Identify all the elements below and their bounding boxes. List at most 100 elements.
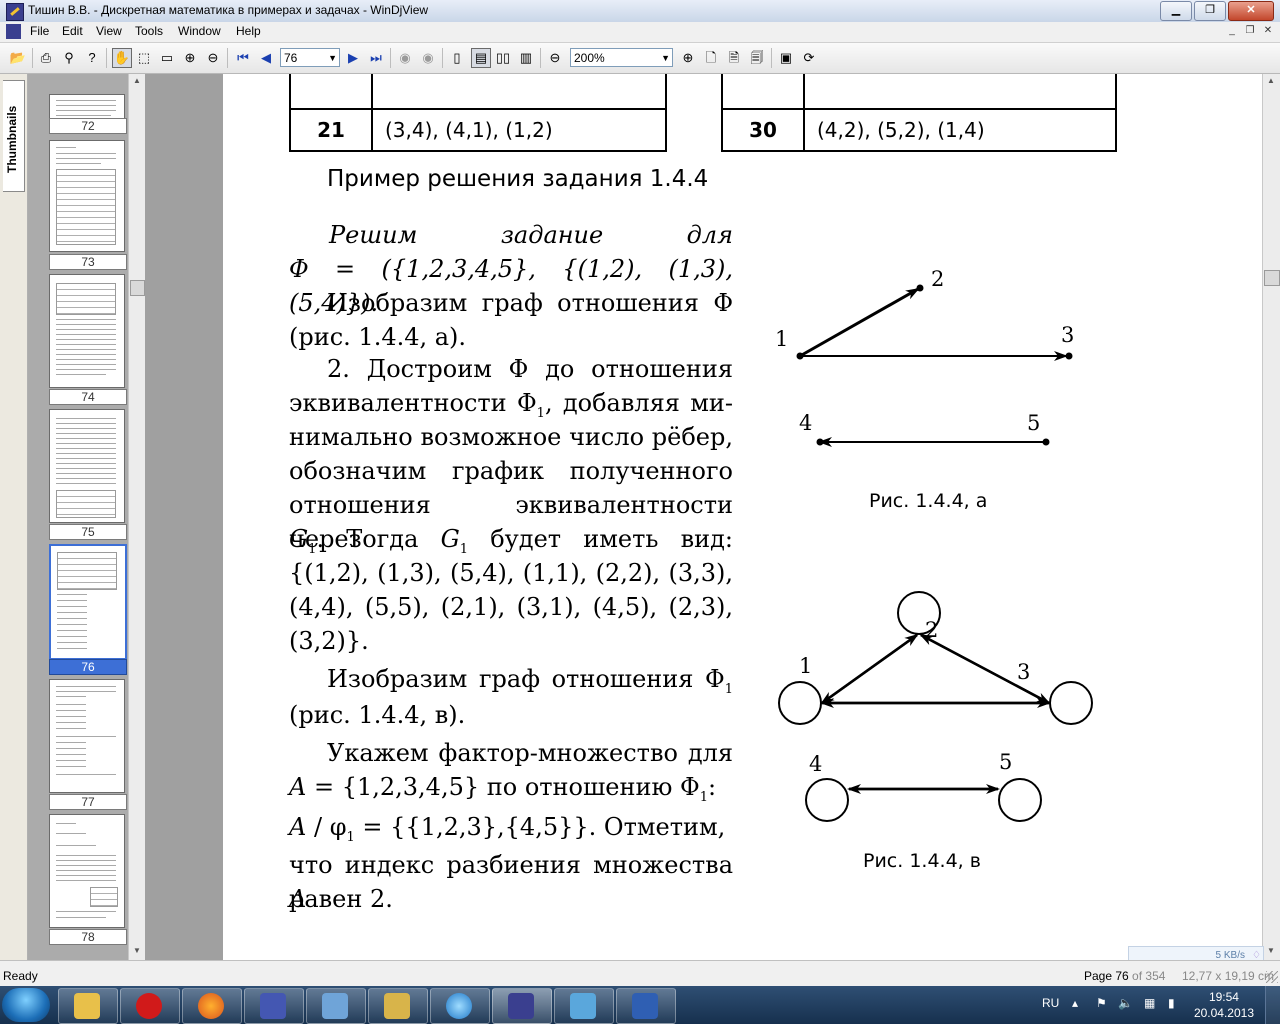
status-page-current: Page 76 [1084,969,1129,983]
thumbnail-label-selected[interactable]: 76 [49,659,127,675]
menu-window[interactable]: Window [178,24,221,38]
taskbar-windjview[interactable] [492,988,552,1024]
close-button[interactable]: ✕ [1228,1,1274,21]
thumbnail-label[interactable]: 72 [49,118,127,134]
thumbnail-page[interactable] [49,274,125,388]
scroll-down-icon[interactable]: ▼ [130,944,144,958]
single-page-icon[interactable]: ▯ [448,49,466,67]
taskbar-opera[interactable] [120,988,180,1024]
zoom-rect-icon[interactable]: ▭ [158,49,176,67]
thumbnail-label[interactable]: 73 [49,254,127,270]
open-icon[interactable]: 📂 [9,49,27,67]
loop-1 [778,681,822,725]
zoom-out-tool-icon[interactable]: ⊖ [204,49,222,67]
clock[interactable]: 19:54 20.04.2013 [1194,989,1254,1021]
taskbar-explorer[interactable] [58,988,118,1024]
zoom-out-icon[interactable]: ⊖ [546,49,564,67]
start-button[interactable] [2,988,50,1022]
prev-page-icon[interactable]: ◀ [257,49,275,67]
thumbnail-page[interactable] [49,409,125,523]
menu-help[interactable]: Help [236,24,261,38]
status-page-total: of 354 [1128,969,1166,983]
thumbnail-label[interactable]: 75 [49,524,127,540]
back-icon[interactable]: ◉ [396,49,414,67]
menu-file[interactable]: File [30,24,49,38]
taskbar-save[interactable] [244,988,304,1024]
facing-continuous-icon[interactable]: ▥ [517,49,535,67]
table-left: 21 (3,4), (4,1), (1,2) [289,74,667,152]
find-icon[interactable]: ⚲ [60,49,78,67]
thumbnail-label[interactable]: 78 [49,929,127,945]
status-size: 12,77 x 19,19 cm [1182,969,1275,983]
taskbar-telegram[interactable] [554,988,614,1024]
page-number-combo[interactable]: 76 ▼ [280,48,340,67]
scroll-thumb[interactable] [130,280,145,296]
language-indicator[interactable]: RU [1042,996,1059,1010]
scroll-up-icon[interactable]: ▲ [1264,74,1278,88]
table-row: 30 (4,2), (5,2), (1,4) [721,108,1117,152]
document-view[interactable]: 21 (3,4), (4,1), (1,2) 30 (4,2), (5,2), (1… [145,74,1262,960]
select-tool-icon[interactable]: ⬚ [135,49,153,67]
scroll-down-icon[interactable]: ▼ [1264,944,1278,958]
text-run: . Тогда [316,525,441,553]
menu-view[interactable]: View [96,24,122,38]
tray-network-icon[interactable]: ▦ [1144,996,1155,1010]
thumbnail-page[interactable] [49,140,125,252]
thumbnails-scrollbar[interactable]: ▲ ▼ [128,74,145,960]
fit-width-icon[interactable]: 🗎 [725,49,743,67]
show-desktop-button[interactable] [1265,986,1280,1024]
taskbar-control-panel[interactable] [306,988,366,1024]
tab-thumbnails[interactable]: Thumbnails [3,80,25,192]
doc-restore-button[interactable]: ❐ [1242,24,1258,38]
taskbar-network[interactable] [368,988,428,1024]
forward-icon[interactable]: ◉ [419,49,437,67]
doc-minimize-button[interactable]: _ [1224,24,1240,38]
taskbar-firefox[interactable] [182,988,242,1024]
next-page-icon[interactable]: ▶ [344,49,362,67]
zoom-value: 200% [574,51,605,65]
document-icon[interactable] [6,24,21,39]
zoom-in-icon[interactable]: ⊕ [679,49,697,67]
tray-expand-icon[interactable]: ▴ [1072,996,1078,1010]
document-scrollbar[interactable]: ▲ ▼ [1262,74,1280,960]
text-line: {(1,2), (1,3), (5,4), (1,1), (2,2), (3,3… [289,559,733,587]
tray-volume-icon[interactable]: 🔈 [1118,996,1133,1010]
last-page-icon[interactable]: ⏭ [367,49,385,67]
taskbar-word[interactable] [616,988,676,1024]
tray-power-icon[interactable]: ▮ [1168,996,1175,1010]
help-icon[interactable]: ? [83,49,101,67]
text-line: Решим задание для [289,218,733,252]
first-page-icon[interactable]: ⏮ [234,49,252,67]
thumbnail-page[interactable] [49,814,125,928]
restore-button[interactable]: ❐ [1194,1,1226,21]
minimize-button[interactable]: ▁ [1160,1,1192,21]
menu-edit[interactable]: Edit [62,24,83,38]
node-label: 4 [809,752,822,776]
continuous-icon[interactable]: ▤ [471,48,491,68]
zoom-combo[interactable]: 200% ▼ [570,48,673,67]
text-run: G [289,525,309,553]
actual-size-icon[interactable]: 🗐 [748,49,766,67]
windjview-app-icon[interactable] [6,3,24,21]
fit-page-icon[interactable]: 🗋 [702,49,720,67]
hand-tool-icon[interactable]: ✋ [112,48,132,68]
resize-grip-icon[interactable] [1266,971,1278,983]
scroll-thumb[interactable] [1264,270,1280,286]
thumbnail-page[interactable] [49,679,125,793]
facing-icon[interactable]: ▯▯ [494,49,512,67]
tray-flag-icon[interactable]: ⚑ [1096,996,1107,1010]
zoom-in-tool-icon[interactable]: ⊕ [181,49,199,67]
doc-close-button[interactable]: ✕ [1260,24,1276,38]
menu-tools[interactable]: Tools [135,24,163,38]
rotate-icon[interactable]: ⟳ [800,49,818,67]
tab-thumbnails-label: Thumbnails [5,105,19,173]
thumbnail-page-selected[interactable] [49,544,127,660]
scroll-up-icon[interactable]: ▲ [130,74,144,88]
print-icon[interactable]: ⎙ [37,49,55,67]
thumbnail-label[interactable]: 77 [49,794,127,810]
taskbar-ie[interactable] [430,988,490,1024]
status-page: Page 76 of 354 [1084,969,1165,983]
table-cell-num: 21 [289,108,373,152]
color-mode-icon[interactable]: ▣ [777,49,795,67]
thumbnail-label[interactable]: 74 [49,389,127,405]
